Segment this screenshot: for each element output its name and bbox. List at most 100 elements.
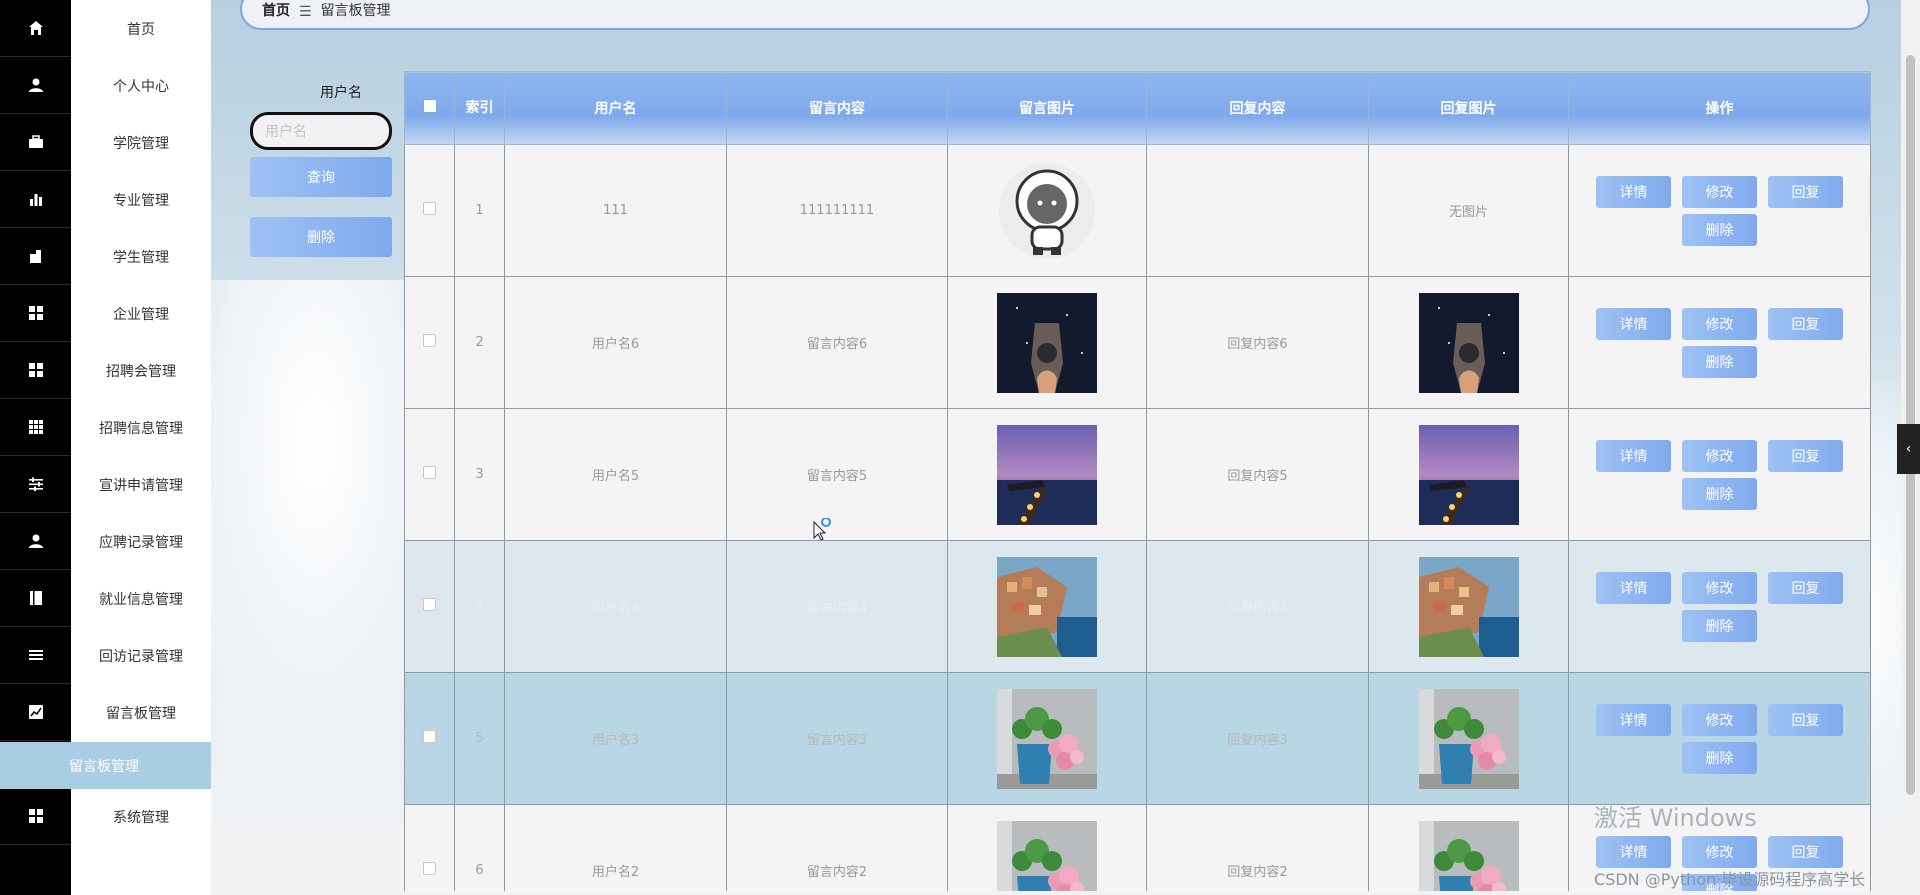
actions-cell: 详情 修改 回复 删除 — [1568, 408, 1871, 541]
edit-button[interactable]: 修改 — [1682, 175, 1757, 208]
rail-table-icon[interactable] — [0, 399, 71, 456]
row-checkbox[interactable] — [423, 598, 436, 611]
reply-cell: 回复内容4 — [1146, 540, 1369, 673]
reply-button[interactable]: 回复 — [1768, 835, 1843, 868]
image-cell — [1368, 408, 1569, 541]
edit-button[interactable]: 修改 — [1682, 307, 1757, 340]
rail-book-icon[interactable] — [0, 570, 71, 627]
reply-button[interactable]: 回复 — [1768, 439, 1843, 472]
image-cell — [947, 540, 1147, 673]
thumbnail-image[interactable] — [1418, 292, 1519, 393]
sidebar-item-4[interactable]: 学生管理 — [71, 228, 211, 285]
table-row: 1 111 111111111 无图片 详情 修改 回复 删除 — [404, 144, 1871, 277]
checkbox-cell — [404, 672, 455, 805]
header-image: 留言图片 — [947, 71, 1147, 145]
detail-button[interactable]: 详情 — [1596, 175, 1671, 208]
sidebar-item-9[interactable]: 应聘记录管理 — [71, 513, 211, 570]
row-checkbox[interactable] — [423, 730, 436, 743]
rail-puzzle-icon[interactable] — [0, 228, 71, 285]
sidebar-item-8[interactable]: 宣讲申请管理 — [71, 456, 211, 513]
rail-user-icon[interactable] — [0, 57, 71, 114]
thumbnail-image[interactable] — [1418, 424, 1519, 525]
row-actions: 详情 修改 回复 删除 — [1590, 703, 1850, 774]
search-label: 用户名 — [320, 85, 362, 101]
thumbnail-image[interactable] — [1418, 820, 1519, 891]
username-cell: 用户名6 — [504, 276, 727, 409]
username-search-input[interactable] — [250, 112, 392, 150]
thumbnail-image[interactable] — [997, 424, 1097, 525]
row-checkbox[interactable] — [423, 334, 436, 347]
sidebar-item-2[interactable]: 学院管理 — [71, 114, 211, 171]
sidebar-item-5[interactable]: 企业管理 — [71, 285, 211, 342]
reply-button[interactable]: 回复 — [1768, 175, 1843, 208]
thumbnail-image[interactable] — [997, 292, 1097, 393]
row-actions: 详情 修改 回复 删除 — [1590, 571, 1850, 642]
rail-grid-icon[interactable] — [0, 285, 71, 342]
rail-sliders-icon[interactable] — [0, 456, 71, 513]
edit-button[interactable]: 修改 — [1682, 703, 1757, 736]
delete-button[interactable]: 删除 — [1682, 477, 1757, 510]
thumbnail-image[interactable] — [1418, 688, 1519, 789]
sidebar-item-0[interactable]: 首页 — [71, 0, 211, 57]
image-cell — [947, 144, 1147, 277]
content-cell: 留言内容4 — [726, 540, 948, 673]
sidebar-item-1[interactable]: 个人中心 — [71, 57, 211, 114]
thumbnail-image[interactable] — [1418, 556, 1519, 657]
rail-bar-chart-icon[interactable] — [0, 171, 71, 228]
checkbox-cell — [404, 144, 455, 277]
thumbnail-image[interactable] — [997, 556, 1097, 657]
query-button[interactable]: 查询 — [250, 157, 392, 197]
user-icon — [28, 78, 43, 92]
reply-button[interactable]: 回复 — [1768, 703, 1843, 736]
sidebar-item-3[interactable]: 专业管理 — [71, 171, 211, 228]
edit-button[interactable]: 修改 — [1682, 571, 1757, 604]
table-header-row: 索引 用户名 留言内容 留言图片 回复内容 回复图片 操作 — [404, 71, 1871, 145]
rail-line-chart-icon[interactable] — [0, 684, 71, 741]
rail-list-icon[interactable] — [0, 627, 71, 684]
rail-grid-icon[interactable] — [0, 788, 71, 845]
list-icon — [28, 650, 43, 660]
actions-cell: 详情 修改 回复 删除 — [1568, 144, 1871, 277]
rail-user-icon[interactable] — [0, 513, 71, 570]
delete-button[interactable]: 删除 — [1682, 213, 1757, 246]
reply-button[interactable]: 回复 — [1768, 571, 1843, 604]
row-checkbox[interactable] — [423, 862, 436, 875]
rail-grid-icon[interactable] — [0, 342, 71, 399]
thumbnail-image[interactable] — [997, 688, 1097, 789]
detail-button[interactable]: 详情 — [1596, 835, 1671, 868]
detail-button[interactable]: 详情 — [1596, 571, 1671, 604]
delete-button[interactable]: 删除 — [1682, 609, 1757, 642]
thumbnail-image[interactable] — [997, 162, 1097, 259]
rail-briefcase-icon[interactable] — [0, 114, 71, 171]
sidebar-item-system[interactable]: 系统管理 — [71, 788, 211, 845]
sidebar-item-7[interactable]: 招聘信息管理 — [71, 399, 211, 456]
collapse-panel-button[interactable]: ‹ — [1897, 424, 1920, 474]
sidebar-item-10[interactable]: 就业信息管理 — [71, 570, 211, 627]
grid-icon — [28, 363, 43, 377]
sidebar-item-6[interactable]: 招聘会管理 — [71, 342, 211, 399]
thumbnail-image[interactable] — [997, 820, 1097, 891]
reply-button[interactable]: 回复 — [1768, 307, 1843, 340]
row-checkbox[interactable] — [423, 202, 436, 215]
username-cell: 用户名2 — [504, 804, 727, 891]
submenu-item-message-board[interactable]: 留言板管理 — [0, 742, 211, 789]
reply-cell: 回复内容6 — [1146, 276, 1369, 409]
detail-button[interactable]: 详情 — [1596, 439, 1671, 472]
breadcrumb-home[interactable]: 首页 — [262, 0, 290, 20]
select-all-cell — [404, 71, 455, 145]
detail-button[interactable]: 详情 — [1596, 307, 1671, 340]
delete-selected-button[interactable]: 删除 — [250, 217, 392, 257]
checkbox-cell — [404, 408, 455, 541]
rail-home-icon[interactable] — [0, 0, 71, 57]
row-checkbox[interactable] — [423, 466, 436, 479]
chevron-left-icon: ‹ — [1905, 441, 1912, 457]
edit-button[interactable]: 修改 — [1682, 439, 1757, 472]
delete-button[interactable]: 删除 — [1682, 741, 1757, 774]
sidebar-item-12[interactable]: 留言板管理 — [71, 684, 211, 741]
table-row: 3 用户名5 留言内容5 回复内容5 详情 修改 回复 删除 — [404, 408, 1871, 541]
edit-button[interactable]: 修改 — [1682, 835, 1757, 868]
sidebar-item-11[interactable]: 回访记录管理 — [71, 627, 211, 684]
detail-button[interactable]: 详情 — [1596, 703, 1671, 736]
delete-button[interactable]: 删除 — [1682, 345, 1757, 378]
select-all-checkbox[interactable] — [422, 99, 437, 113]
